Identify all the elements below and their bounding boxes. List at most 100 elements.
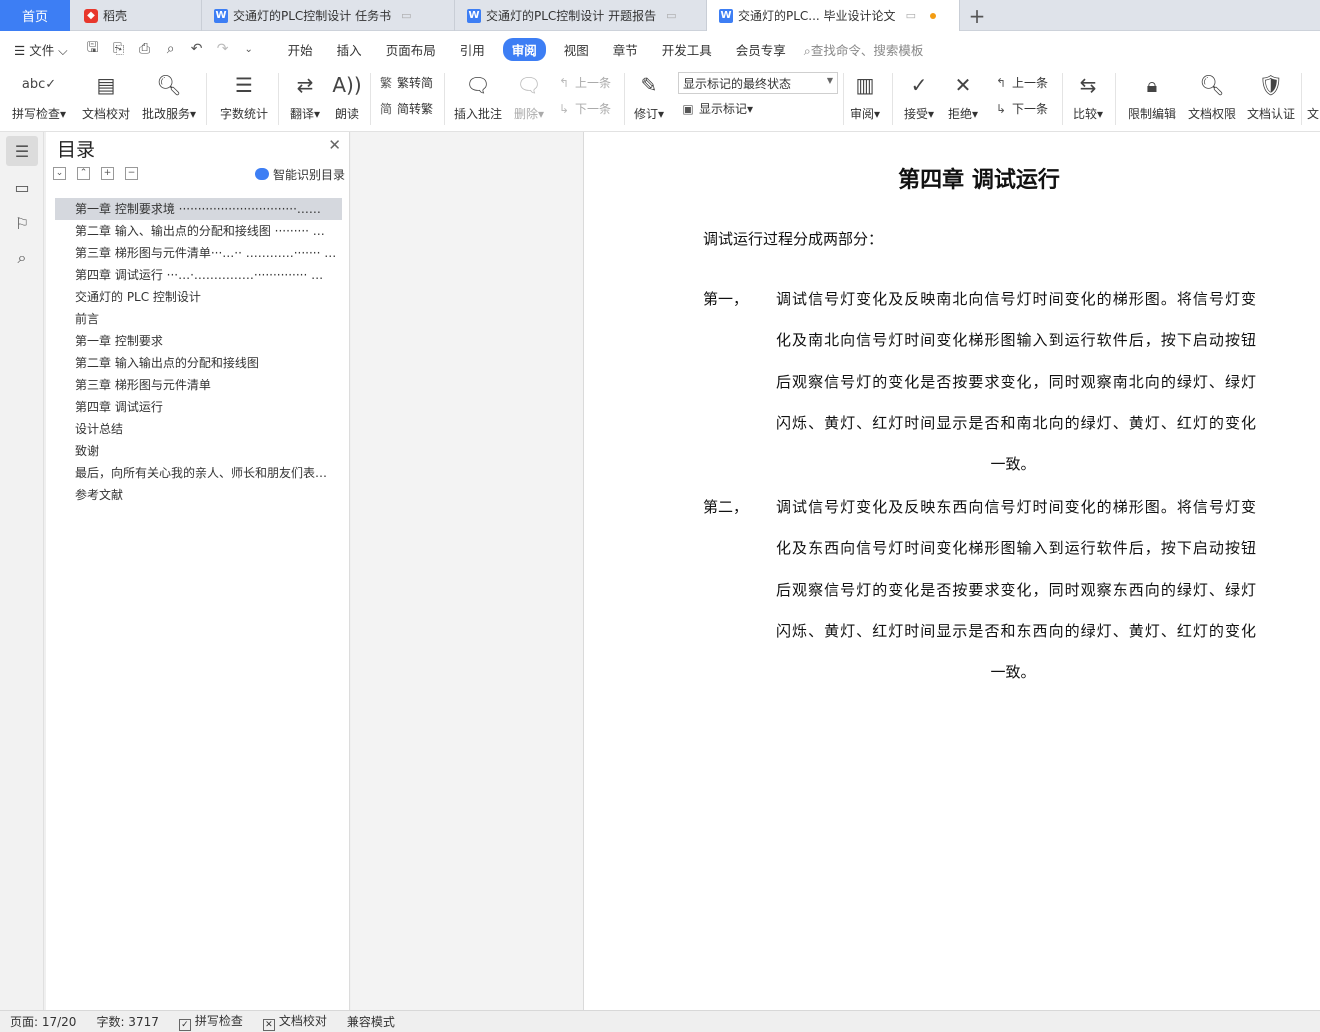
page-gutter <box>351 132 584 1010</box>
lock-icon: 🔒︎ <box>1146 73 1158 97</box>
redo-icon[interactable]: ↷ <box>210 41 236 57</box>
review-pane-button[interactable]: ▥ 审阅▾ <box>847 71 883 122</box>
tab-home[interactable]: 首页 <box>0 0 70 31</box>
toc-item[interactable]: 第三章 梯形图与元件清单···…·· …………······· … <box>55 242 342 264</box>
next-change-icon: ↳ <box>995 102 1007 116</box>
new-tab-button[interactable]: + <box>962 0 992 31</box>
spell-check-status[interactable]: ✓ 拼写检查 <box>169 1012 253 1031</box>
print-preview-icon[interactable]: ⌕ <box>158 41 184 57</box>
collapse-all-icon[interactable]: ⌃ <box>77 167 90 180</box>
toc-item[interactable]: 第三章 梯形图与元件清单 <box>55 374 342 396</box>
word-count-button[interactable]: ☰ 字数统计 <box>217 71 271 122</box>
doc-proof-status[interactable]: ✕ 文档校对 <box>253 1012 337 1031</box>
toc-item[interactable]: 第二章 输入、输出点的分配和接线图 ········· … <box>55 220 342 242</box>
accept-button[interactable]: ✓ 接受▾ <box>901 71 937 122</box>
ribbon-overflow-button[interactable]: 文 <box>1306 71 1320 122</box>
paragraph-line: 调试信号灯变化及反映南北向信号灯时间变化的梯形图。将信号灯变 <box>776 290 1256 308</box>
prev-change-label: 上一条 <box>1012 76 1049 90</box>
simp-trad-icon: 简 <box>379 102 392 116</box>
undo-icon[interactable]: ↶ <box>184 41 210 57</box>
menu-chapter[interactable]: 章节 <box>601 40 650 59</box>
toc-item[interactable]: 致谢 <box>55 440 342 462</box>
add-heading-icon[interactable]: + <box>101 167 114 180</box>
toc-item[interactable]: 第一章 控制要求境 ······························… <box>55 198 342 220</box>
spell-check-button[interactable]: abc✓ 拼写检查▾ <box>10 71 68 122</box>
toc-item[interactable]: 第四章 调试运行 <box>55 396 342 418</box>
read-aloud-icon: A)) <box>332 73 362 97</box>
tab-task-doc[interactable]: W 交通灯的PLC控制设计 任务书 ▭ <box>202 0 455 31</box>
menu-home[interactable]: 开始 <box>276 40 325 59</box>
reject-label: 拒绝 <box>947 107 972 121</box>
translate-button[interactable]: ⇄ 翻译▾ <box>286 71 324 122</box>
tab-home-label: 首页 <box>21 10 48 25</box>
toc-panel-icon[interactable]: ☰ <box>6 136 38 166</box>
tab-daoke[interactable]: ◆ 稻壳 <box>72 0 202 31</box>
revise-service-button[interactable]: 🔍︎ 批改服务▾ <box>139 71 199 122</box>
command-search[interactable]: ⌕查找命令、搜索模板 <box>804 40 924 59</box>
ribbon-separator <box>1062 73 1063 125</box>
menu-bar: ☰ 文件 ⌵ 🖫 ⎘ ⎙ ⌕ ↶ ↷ ⌄ 开始 插入 页面布局 引用 审阅 视图… <box>0 31 1320 67</box>
page-indicator[interactable]: 页面: 17/20 <box>0 1013 86 1030</box>
pin-icon[interactable]: ▭ <box>401 9 411 22</box>
expand-all-icon[interactable]: ⌄ <box>53 167 66 180</box>
insert-comment-icon: 🗨 <box>465 73 491 97</box>
toc-item[interactable]: 设计总结 <box>55 418 342 440</box>
remove-heading-icon[interactable]: − <box>125 167 138 180</box>
track-changes-button[interactable]: ✎ 修订▾ <box>631 71 667 122</box>
save-icon[interactable]: 🖫 <box>80 37 106 61</box>
toc-item[interactable]: 第一章 控制要求 <box>55 330 342 352</box>
tab-thesis-doc[interactable]: W 交通灯的PLC... 毕业设计论文 ▭ <box>707 0 960 31</box>
insert-comment-button[interactable]: 🗨 插入批注 <box>452 71 504 122</box>
doc-permission-button[interactable]: 🔍︎ 文档权限 <box>1185 71 1239 122</box>
tab-proposal-doc[interactable]: W 交通灯的PLC控制设计 开题报告 ▭ <box>455 0 707 31</box>
search-icon[interactable]: ⌕ <box>6 243 38 273</box>
toc-item[interactable]: 第四章 调试运行 ···…·……………·············· … <box>55 264 342 286</box>
menu-review[interactable]: 审阅 <box>502 37 546 61</box>
document-page[interactable]: 第四章 调试运行 调试运行过程分成两部分： 第一， 调试信号灯变化及反映南北向信… <box>584 132 1320 1010</box>
markup-state-select[interactable]: 显示标记的最终状态 ▼ <box>678 72 838 94</box>
print-icon[interactable]: ⎙ <box>132 41 158 57</box>
reject-button[interactable]: ✕ 拒绝▾ <box>945 71 981 122</box>
bookmark-icon[interactable]: ⚐ <box>6 208 38 238</box>
toc-item[interactable]: 参考文献 <box>55 484 342 506</box>
next-change-button[interactable]: ↳ 下一条 <box>993 100 1048 117</box>
chapter-nav-icon[interactable]: ▭ <box>6 172 38 202</box>
menu-member[interactable]: 会员专享 <box>724 40 798 59</box>
menu-developer[interactable]: 开发工具 <box>650 40 724 59</box>
doc-cert-button[interactable]: 🛡︎ 文档认证 <box>1244 71 1298 122</box>
next-comment-button[interactable]: ↳ 下一条 <box>556 100 611 117</box>
compare-icon: ⇆ <box>1079 73 1097 97</box>
menu-view[interactable]: 视图 <box>552 40 601 59</box>
restrict-edit-button[interactable]: 🔒︎ 限制编辑 <box>1125 71 1179 122</box>
prev-comment-button[interactable]: ↰ 上一条 <box>556 74 611 91</box>
paragraph-line: 一致。 <box>990 455 1036 473</box>
customize-toolbar-icon[interactable]: ⌄ <box>236 44 262 55</box>
doc-proof-button[interactable]: ▤ 文档校对 <box>79 71 133 122</box>
pin-icon[interactable]: ▭ <box>906 9 916 22</box>
toc-title: 目录 <box>57 139 96 161</box>
file-menu[interactable]: ☰ 文件 ⌵ <box>0 40 80 59</box>
read-aloud-button[interactable]: A)) 朗读 <box>330 71 364 122</box>
toc-item[interactable]: 最后，向所有关心我的亲人、师长和朋友们表… <box>55 462 342 484</box>
tab-daoke-label: 稻壳 <box>103 9 128 23</box>
export-pdf-icon[interactable]: ⎘ <box>106 41 132 57</box>
close-icon[interactable]: ✕ <box>328 136 341 154</box>
spell-check-status-label: 拼写检查 <box>194 1014 243 1028</box>
menu-references[interactable]: 引用 <box>448 40 497 59</box>
smart-toc-button[interactable]: 智能识别目录 <box>254 166 345 183</box>
compare-button[interactable]: ⇆ 比较▾ <box>1069 71 1107 122</box>
word-count-indicator[interactable]: 字数: 3717 <box>86 1013 168 1030</box>
toc-item[interactable]: 第二章 输入输出点的分配和接线图 <box>55 352 342 374</box>
menu-page-layout[interactable]: 页面布局 <box>374 40 448 59</box>
delete-comment-button[interactable]: 🗨 删除▾ <box>511 71 547 122</box>
show-markup-button[interactable]: ▣ 显示标记▾ <box>680 100 753 117</box>
pin-icon[interactable]: ▭ <box>666 9 676 22</box>
next-change-label: 下一条 <box>1012 102 1049 116</box>
paragraph-line: 一致。 <box>990 663 1036 681</box>
menu-insert[interactable]: 插入 <box>325 40 374 59</box>
trad-to-simp-button[interactable]: 繁繁转简 <box>378 74 433 91</box>
toc-item[interactable]: 前言 <box>55 308 342 330</box>
simp-to-trad-button[interactable]: 简简转繁 <box>378 100 433 117</box>
prev-change-button[interactable]: ↰ 上一条 <box>993 74 1048 91</box>
toc-item[interactable]: 交通灯的 PLC 控制设计 <box>55 286 342 308</box>
